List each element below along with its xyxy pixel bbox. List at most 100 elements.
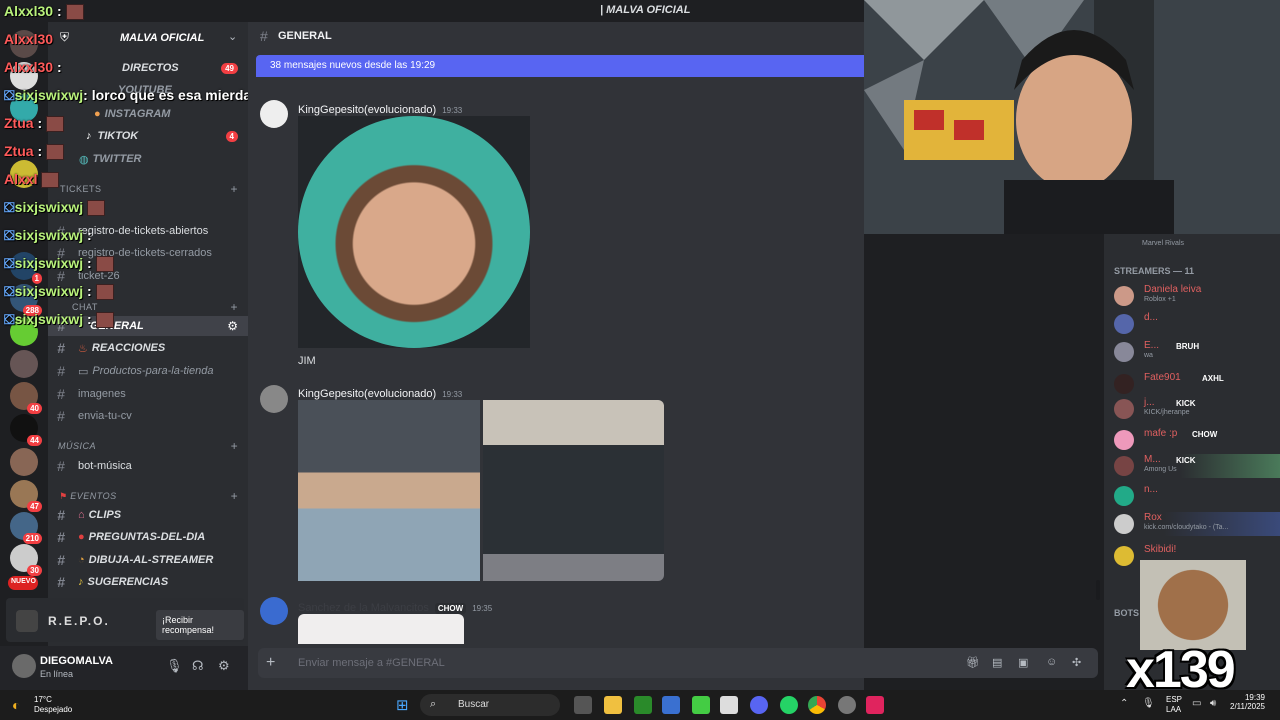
channel-item[interactable]: # ◔ DIBUJA-AL-STREAMER [48, 550, 248, 570]
minecraft-icon[interactable] [692, 696, 710, 714]
add-channel-icon[interactable]: + [230, 439, 238, 453]
avatar[interactable] [12, 654, 36, 678]
roblox-icon[interactable] [720, 696, 738, 714]
channel-item[interactable]: ◍ TWITTER [48, 149, 248, 169]
hash-icon: # [57, 458, 65, 474]
category-music[interactable]: MÚSICA + [48, 436, 248, 456]
member-name: Rox [1144, 512, 1162, 523]
member-item[interactable]: Rox kick.com/cloudytako - (Ta... [1114, 512, 1280, 536]
image-attachment[interactable] [298, 400, 480, 581]
channel-item[interactable]: # ● PREGUNTAS-DEL-DIA [48, 527, 248, 547]
whatsapp-icon[interactable] [780, 696, 798, 714]
settings-icon[interactable]: ⚙ [227, 319, 238, 333]
claim-reward-button[interactable]: ¡Recibir recompensa! [156, 610, 244, 640]
message-author[interactable]: Sanchez de la Malvancitos [298, 602, 429, 614]
emoji-icon[interactable]: ☺ [1046, 656, 1057, 668]
member-item[interactable]: n... [1114, 484, 1280, 508]
gift-icon[interactable]: 🎁︎ [966, 656, 980, 669]
avatar[interactable] [260, 385, 288, 413]
member-item[interactable]: mafe :p CHOW [1114, 428, 1280, 452]
microphone-icon[interactable]: 🎙︎ [166, 658, 183, 674]
attach-plus-icon[interactable]: + [266, 654, 275, 672]
chat-line: ⛋sixjswixwj [4, 199, 106, 217]
scrollbar-thumb[interactable] [1096, 580, 1100, 600]
tiktok-icon[interactable] [866, 696, 884, 714]
new-server-badge[interactable]: NUEVO [8, 576, 38, 590]
windows-start-icon[interactable]: ⊞ [396, 696, 409, 714]
chevron-down-icon[interactable]: ⌄ [228, 30, 237, 43]
composer-input[interactable]: Enviar mensaje a #GENERAL [298, 657, 445, 669]
server-icon[interactable]: 47 [10, 480, 42, 512]
server-icon[interactable] [10, 350, 38, 378]
member-tag: CHOW [1192, 430, 1218, 439]
sticker-icon[interactable]: ▣ [1018, 656, 1028, 669]
channel-item[interactable]: # ▭ Productos-para-la-tienda [48, 361, 248, 381]
new-messages-bar[interactable]: 38 mensajes nuevos desde las 19:29 [256, 55, 864, 77]
add-channel-icon[interactable]: + [230, 182, 238, 196]
server-icon[interactable]: 210 [10, 512, 42, 544]
server-icon[interactable] [10, 448, 38, 476]
weather-temp: 17°C [34, 695, 52, 704]
search-box[interactable]: ⌕ Buscar [420, 694, 560, 716]
avatar[interactable] [260, 597, 288, 625]
member-item[interactable]: E... BRUH wa [1114, 340, 1280, 364]
keyboard-layout[interactable]: LAA [1166, 705, 1181, 714]
taskview-icon[interactable] [574, 696, 592, 714]
add-channel-icon[interactable]: + [230, 489, 238, 503]
clock[interactable]: 19:39 2/11/2025 [1230, 693, 1265, 711]
member-item[interactable]: Daniela leiva Roblox +1 [1114, 284, 1280, 308]
message-author[interactable]: KingGepesito(evolucionado) [298, 104, 436, 116]
chevron-up-icon[interactable]: ⌃ [1120, 698, 1128, 709]
unread-badge: 4 [225, 130, 238, 142]
server-icon[interactable]: 30 [10, 544, 42, 576]
category-tickets[interactable]: TICKETS + [48, 179, 248, 199]
channel-item[interactable]: # envia-tu-cv [48, 406, 248, 426]
member-item[interactable]: j... KICK KICK/jheranpe [1114, 397, 1280, 421]
channel-item[interactable]: DIRECTOS 49 [48, 58, 248, 78]
image-attachment[interactable] [298, 116, 530, 348]
channel-label: SUGERENCIAS [87, 576, 169, 588]
add-channel-icon[interactable]: + [230, 300, 238, 314]
member-item[interactable]: Fate901 AXHL [1114, 372, 1280, 396]
emote-combo-overlay: x139 [1120, 560, 1246, 699]
channel-item[interactable]: # ♨ REACCIONES [48, 338, 248, 358]
apps-icon[interactable]: ✣ [1072, 656, 1081, 669]
discord-icon[interactable] [750, 696, 768, 714]
headphones-icon[interactable]: ☊ [192, 658, 204, 674]
flag-icon: ⚑ [60, 490, 68, 501]
member-item[interactable]: M... KICK Among Us [1114, 454, 1280, 478]
folder-icon[interactable] [604, 696, 622, 714]
chat-text: : [37, 115, 43, 131]
message-author[interactable]: KingGepesito(evolucionado) [298, 388, 436, 400]
member-item[interactable]: d... [1114, 312, 1280, 336]
chrome-icon[interactable] [808, 696, 826, 714]
channel-item[interactable]: ♪ TIKTOK 4 [48, 126, 248, 146]
server-icon[interactable]: 44 [10, 414, 42, 446]
channel-item[interactable]: ● INSTAGRAM [48, 104, 248, 124]
image-attachment[interactable] [298, 614, 464, 644]
xbox-icon[interactable] [634, 696, 652, 714]
language-code[interactable]: ESP [1166, 695, 1182, 704]
verified-icon: ⛋ [4, 227, 15, 243]
server-header[interactable]: ⛨ MALVA OFICIAL ⌄ [48, 28, 248, 48]
channel-item[interactable]: # imagenes [48, 384, 248, 404]
message-composer[interactable]: + Enviar mensaje a #GENERAL 🎁︎ ▤ ▣ ☺ ✣ [258, 648, 1098, 678]
gif-icon[interactable]: ▤ [992, 656, 1002, 669]
chat-text: : [87, 255, 92, 271]
gear-icon[interactable]: ⚙ [218, 658, 230, 674]
weather-icon[interactable]: ◐ [12, 697, 20, 713]
volume-icon[interactable]: 🔊︎ [1210, 698, 1216, 709]
avatar[interactable] [260, 100, 288, 128]
app-icon[interactable] [838, 696, 856, 714]
channel-item[interactable]: # ⌂ CLIPS [48, 505, 248, 525]
network-icon[interactable]: ▭ [1192, 698, 1201, 709]
chat-user: Alxxl30 [4, 3, 54, 19]
image-attachment[interactable] [483, 400, 664, 581]
store-icon[interactable] [662, 696, 680, 714]
microphone-icon[interactable]: 🎙︎ [1142, 698, 1155, 709]
channel-item[interactable]: # ♪ SUGERENCIAS [48, 572, 248, 592]
channel-item[interactable]: # bot-música [48, 456, 248, 476]
category-events[interactable]: ⚑ EVENTOS + [48, 486, 248, 506]
server-icon[interactable]: 40 [10, 382, 42, 414]
message-time: 19:33 [442, 106, 463, 115]
